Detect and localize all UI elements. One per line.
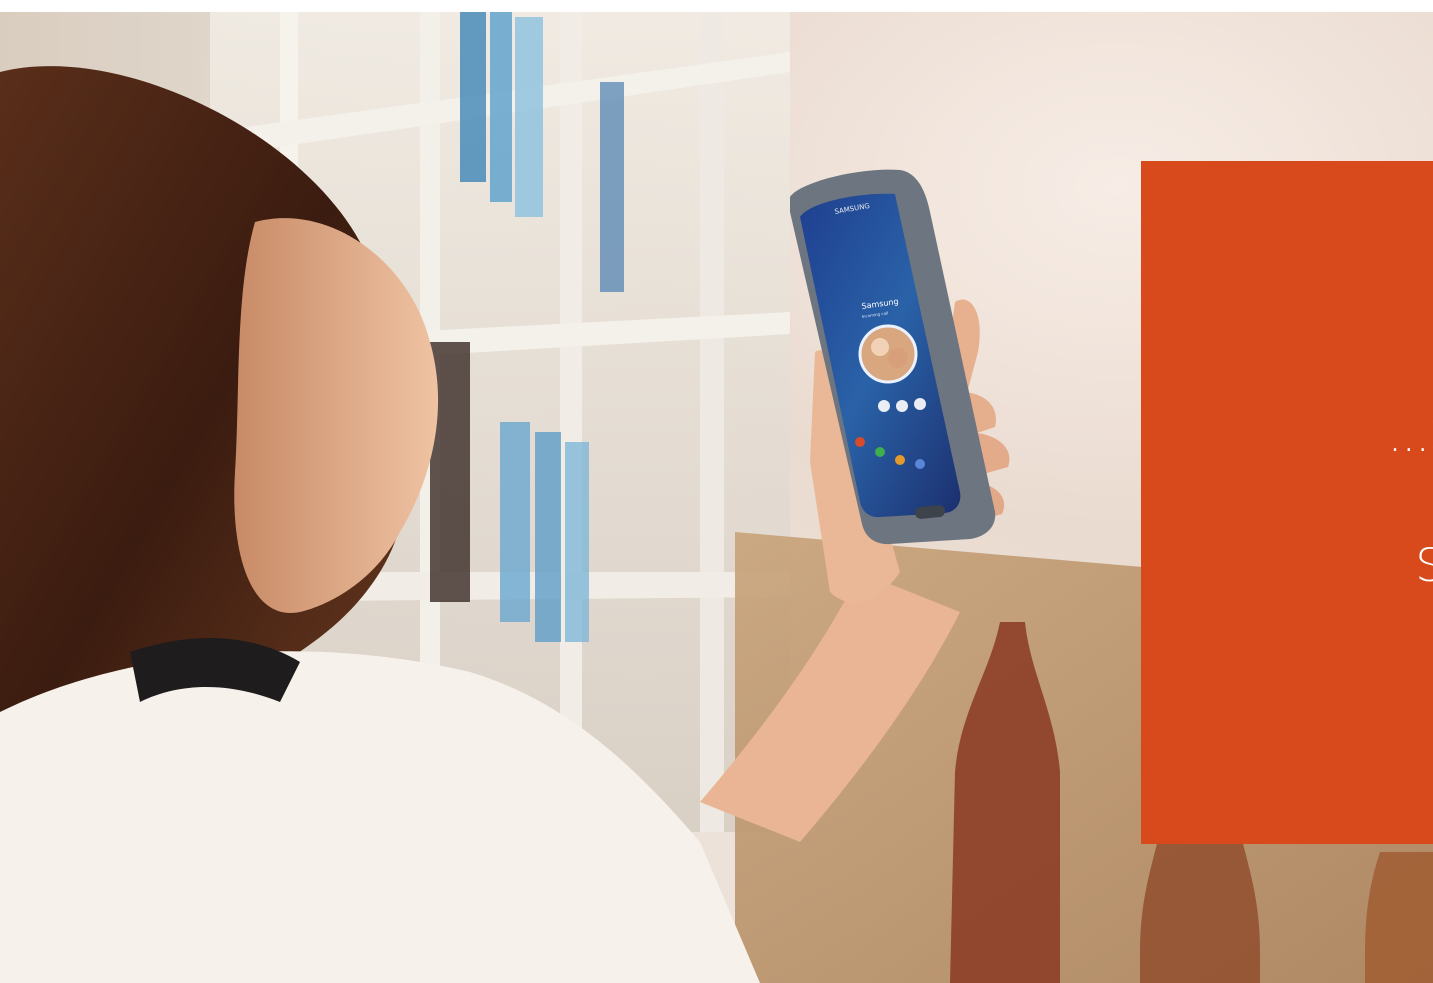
- page: SAMSUNG Samsung Incoming call ...Это п и…: [0, 0, 1433, 983]
- promo-line-3: Supe: [1415, 539, 1433, 592]
- promo-line-2: ид: [1271, 468, 1433, 533]
- promo-text: ...Это п ид Supe э: [1271, 403, 1433, 663]
- promo-panel: ...Это п ид Supe э: [1141, 161, 1433, 844]
- promo-line-1: ...Это п: [1387, 409, 1433, 462]
- promo-line-4: э: [1271, 598, 1433, 663]
